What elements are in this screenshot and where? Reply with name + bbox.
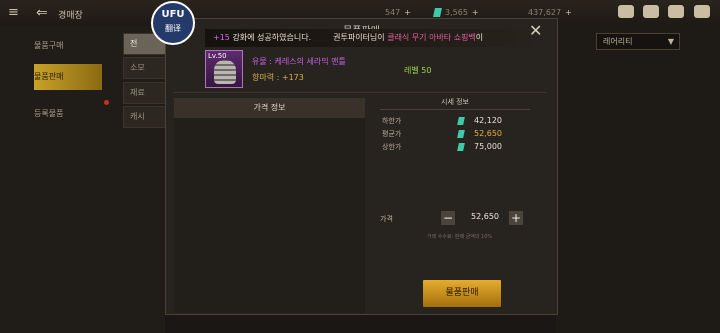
subtab-material[interactable]: 재료 <box>123 82 171 104</box>
chest-icon[interactable] <box>618 5 634 18</box>
price-label: 가격 <box>380 215 393 223</box>
gem-icon <box>457 117 465 125</box>
currency-3: 437,627 + <box>528 8 572 17</box>
page-title: 경매장 <box>58 11 83 21</box>
item-name: 유물 : 케레스의 세라믹 맨틀 <box>252 57 346 66</box>
gem-icon <box>457 130 465 138</box>
nav-buy[interactable]: 물품구매 <box>34 33 102 59</box>
right-background <box>556 26 720 333</box>
price-input[interactable]: 52,650 <box>456 212 514 221</box>
notification-dot <box>104 100 109 105</box>
fee-note: 거래 수수료: 판매 금액의 10% <box>427 234 493 240</box>
market-value: 75,000 <box>474 142 502 151</box>
item-stat: 향마력 : +173 <box>252 73 304 82</box>
notice-item: 클래식 무기 아바타 쇼핑백 <box>387 33 476 42</box>
notice-text-3: 이 <box>475 33 484 42</box>
mail-icon[interactable] <box>643 5 659 18</box>
market-value: 42,120 <box>474 116 502 125</box>
price-minus-button[interactable]: − <box>441 211 455 225</box>
divider <box>174 92 546 93</box>
market-value: 52,650 <box>474 129 502 138</box>
notice-text-2: 권투파이터님이 <box>333 33 385 42</box>
nav-sell-label: 물품판매 <box>34 72 64 81</box>
rarity-dropdown-value: 레어리티 <box>603 37 633 46</box>
nav-registered[interactable]: 등록물품 <box>34 101 102 127</box>
subtab-cash[interactable]: 캐시 <box>123 106 171 128</box>
settings-icon[interactable] <box>694 5 710 18</box>
market-row-min: 하한가 42,120 <box>380 115 530 127</box>
gem-icon <box>433 8 442 17</box>
market-row-max: 상한가 75,000 <box>380 141 530 153</box>
notice-enhance-level: +15 <box>213 33 230 42</box>
price-plus-button[interactable]: + <box>509 211 523 225</box>
nav-registered-label: 등록물품 <box>34 109 64 118</box>
item-icon[interactable]: Lv.50 <box>205 50 243 88</box>
market-label: 평균가 <box>382 130 402 138</box>
market-label: 상한가 <box>382 143 402 151</box>
mantle-icon <box>214 60 236 84</box>
nav-buy-label: 물품구매 <box>34 41 64 50</box>
market-label: 하한가 <box>382 117 402 125</box>
menu-icon[interactable]: ≡ <box>8 5 19 20</box>
chevron-down-icon: ▼ <box>667 37 674 46</box>
price-info-title: 가격 정보 <box>174 98 365 118</box>
currency-1: 547 + <box>385 8 411 17</box>
rarity-dropdown[interactable]: 레어리티 ▼ <box>596 33 680 50</box>
currency-2: 3,565 + <box>433 8 479 17</box>
translator-logo: UFU 翻译 <box>151 1 195 45</box>
item-level-badge: Lv.50 <box>208 52 227 60</box>
calendar-icon[interactable] <box>668 5 684 18</box>
gem-icon <box>457 143 465 151</box>
subtab-consumable[interactable]: 소모 <box>123 57 171 79</box>
price-info-panel <box>174 98 365 313</box>
back-arrow-icon[interactable]: ⇐ <box>36 5 48 21</box>
system-notice: +15 강화에 성공하였습니다. 권투파이터님이 클래식 무기 아바타 쇼핑백이 <box>205 29 530 47</box>
nav-sell[interactable]: 물품판매 <box>34 64 102 90</box>
notice-text-1: 강화에 성공하였습니다. <box>232 33 312 42</box>
sell-button[interactable]: 물품판매 <box>423 280 501 307</box>
item-required-level: 레벨 50 <box>404 66 432 75</box>
close-icon[interactable]: ✕ <box>529 23 542 39</box>
market-row-avg: 평균가 52,650 <box>380 128 530 140</box>
market-info-title: 시세 정보 <box>380 97 530 110</box>
